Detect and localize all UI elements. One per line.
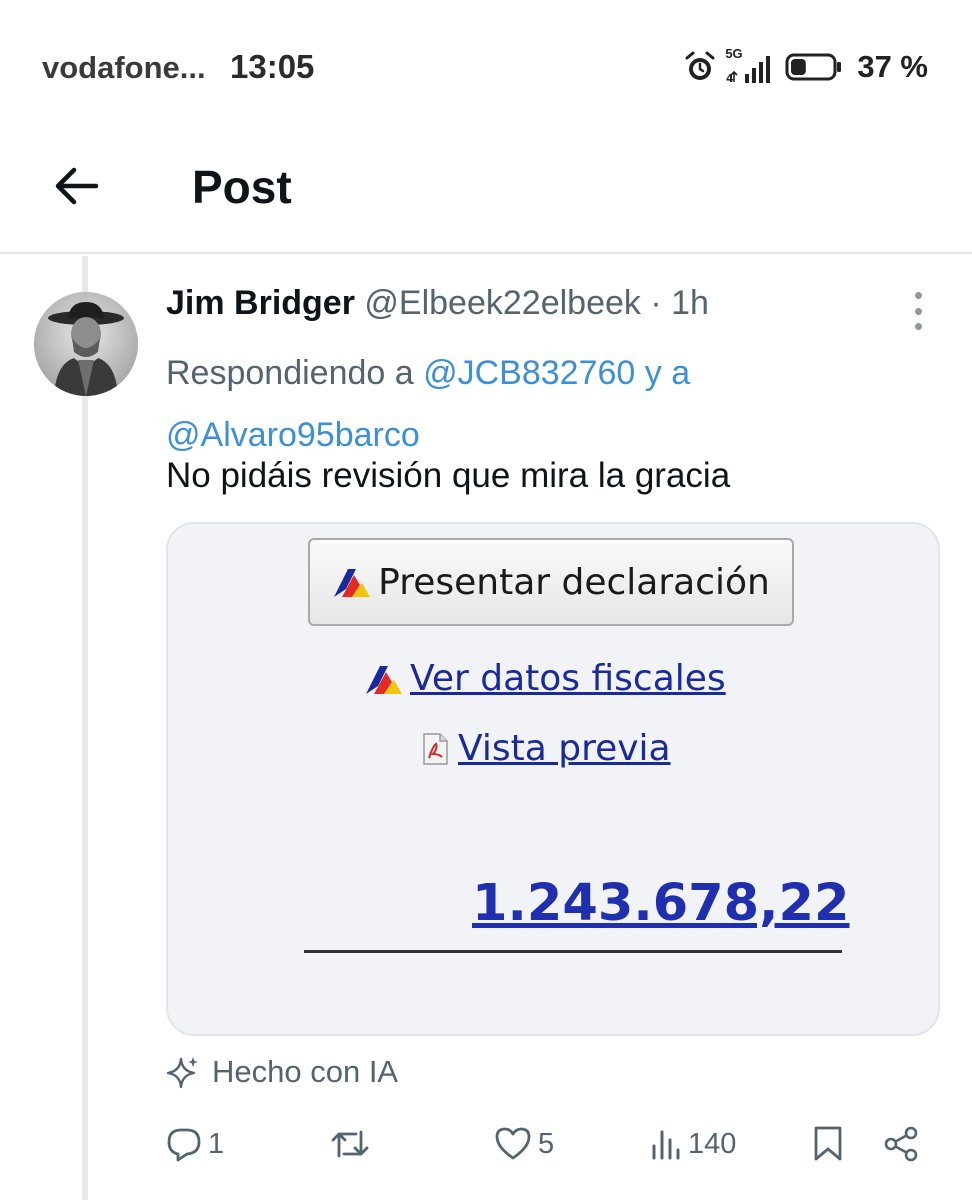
more-dot-icon bbox=[914, 292, 922, 299]
views-chart-icon bbox=[650, 1126, 682, 1162]
tweet-text: No pidáis revisión que mira la gracia bbox=[166, 456, 731, 495]
alarm-icon bbox=[683, 50, 717, 84]
reply-joiner: y a bbox=[644, 354, 691, 392]
more-dot-icon bbox=[914, 307, 922, 315]
separator-dot: · bbox=[650, 284, 662, 322]
view-count: 140 bbox=[688, 1127, 737, 1160]
bookmark-icon bbox=[812, 1125, 844, 1163]
avatar[interactable] bbox=[34, 292, 138, 396]
fiscal-data-link: Ver datos fiscales bbox=[364, 658, 726, 699]
post-image[interactable]: Presentar declaración Ver datos fiscales… bbox=[166, 522, 940, 1036]
status-icons: 5G 4 37 % bbox=[683, 46, 928, 88]
share-icon bbox=[882, 1125, 920, 1163]
status-bar: vodafone... 13:05 5G 4 37 % bbox=[0, 0, 972, 134]
more-dot-icon bbox=[914, 323, 922, 330]
repost-icon bbox=[330, 1126, 370, 1162]
author-name[interactable]: Jim Bridger bbox=[166, 284, 355, 322]
more-options-button[interactable] bbox=[906, 288, 930, 334]
top-bar: Post bbox=[0, 134, 972, 254]
like-button[interactable]: 5 bbox=[494, 1116, 554, 1172]
sparkle-icon bbox=[166, 1055, 200, 1089]
battery-percent: 37 % bbox=[857, 49, 928, 84]
back-button[interactable] bbox=[48, 158, 104, 214]
carrier-name: vodafone... bbox=[42, 50, 206, 85]
present-declaration-button: Presentar declaración bbox=[308, 538, 794, 626]
post-time[interactable]: 1h bbox=[671, 284, 709, 322]
present-declaration-label: Presentar declaración bbox=[378, 561, 770, 603]
reply-button[interactable]: 1 bbox=[166, 1116, 224, 1172]
pdf-file-icon bbox=[420, 732, 450, 766]
views-button[interactable]: 140 bbox=[650, 1116, 736, 1172]
preview-link: Vista previa bbox=[420, 728, 671, 769]
thread-line bbox=[82, 256, 88, 1200]
action-bar: 1 5 140 bbox=[166, 1116, 936, 1172]
ai-made-text: Hecho con IA bbox=[212, 1054, 399, 1089]
mention-link-2[interactable]: @Alvaro95barco bbox=[166, 416, 420, 454]
arrow-left-icon bbox=[53, 166, 99, 206]
reply-count: 1 bbox=[208, 1127, 225, 1160]
page-title: Post bbox=[192, 161, 292, 213]
fiscal-data-label: Ver datos fiscales bbox=[410, 658, 726, 699]
share-button[interactable] bbox=[882, 1116, 920, 1172]
refund-amount: 1.243.678,22 bbox=[472, 874, 850, 933]
signal-icon: 5G 4 bbox=[725, 46, 777, 86]
like-count: 5 bbox=[538, 1127, 555, 1160]
tweet-header: Jim Bridger @Elbeek22elbeek · 1h bbox=[166, 284, 709, 323]
heart-icon bbox=[494, 1126, 532, 1162]
repost-button[interactable] bbox=[330, 1116, 376, 1172]
bookmark-button[interactable] bbox=[812, 1116, 844, 1172]
preview-label: Vista previa bbox=[458, 728, 671, 769]
reply-icon bbox=[166, 1126, 202, 1162]
author-handle[interactable]: @Elbeek22elbeek bbox=[364, 284, 640, 322]
ai-made-label: Hecho con IA bbox=[166, 1054, 398, 1090]
battery-icon bbox=[785, 52, 843, 82]
reply-prefix: Respondiendo a bbox=[166, 354, 414, 392]
agencia-tributaria-logo-icon bbox=[364, 662, 404, 696]
agencia-tributaria-logo-icon bbox=[332, 565, 372, 599]
mention-link-1[interactable]: @JCB832760 bbox=[423, 354, 635, 392]
amount-underline bbox=[304, 950, 842, 953]
replying-to: Respondiendo a @JCB832760 y a @Alvaro95b… bbox=[166, 342, 926, 466]
status-clock: 13:05 bbox=[230, 48, 315, 85]
